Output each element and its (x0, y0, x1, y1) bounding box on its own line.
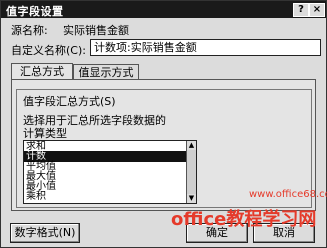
custom-name-input[interactable]: 计数项:实际销售金额 (90, 39, 321, 56)
watermark-text: office教程学习网 (171, 209, 317, 230)
custom-name-label: 自定义名称(C): (11, 44, 86, 57)
number-format-button[interactable]: 数字格式(N) (10, 223, 80, 243)
scroll-down-icon[interactable]: ▼ (187, 194, 196, 203)
help-button[interactable]: ? (293, 3, 309, 17)
close-button[interactable]: × (309, 3, 325, 17)
tab-summarize-by[interactable]: 汇总方式 (11, 63, 73, 80)
value-field-settings-dialog: 值字段设置 ? × 源名称: 实际销售金额 自定义名称(C): 计数项:实际销售… (0, 0, 327, 248)
scroll-up-icon[interactable]: ▲ (187, 141, 196, 150)
summary-type-listbox[interactable]: 求和 计数 平均值 最大值 最小值 乘积 ▲ ▼ (23, 140, 197, 204)
list-item-product[interactable]: 乘积 (24, 191, 187, 202)
source-name-value: 实际销售金额 (63, 24, 129, 37)
instruction-text-line2: 计算类型 (23, 127, 67, 140)
tab-show-values-as[interactable]: 值显示方式 (73, 64, 139, 80)
watermark-url: www.office68.com (249, 189, 327, 200)
listbox-scrollbar[interactable]: ▲ ▼ (186, 141, 196, 203)
source-name-label: 源名称: (11, 24, 48, 37)
group-title: 值字段汇总方式(S) (23, 93, 118, 109)
title-bar: 值字段设置 ? × (1, 1, 326, 18)
dialog-title: 值字段设置 (6, 5, 64, 18)
